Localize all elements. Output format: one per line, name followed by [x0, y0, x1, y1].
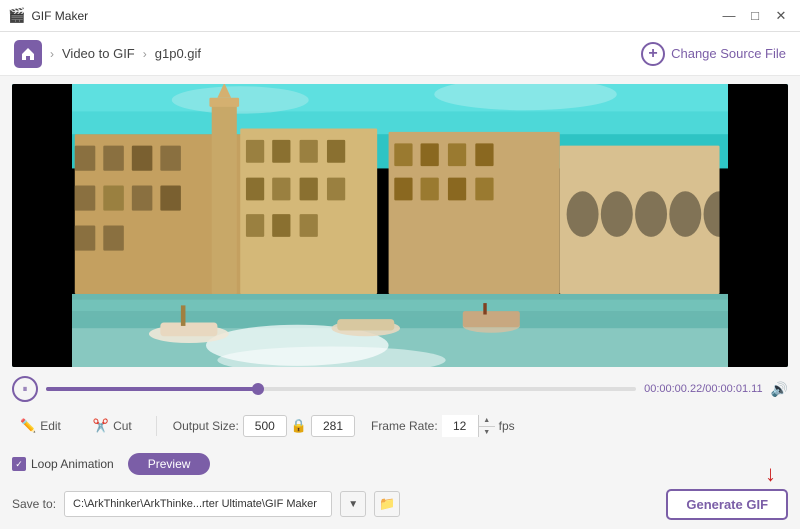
- spin-down-button[interactable]: ▼: [479, 426, 495, 437]
- breadcrumb-separator: ›: [50, 47, 54, 61]
- maximize-button[interactable]: □: [744, 7, 766, 25]
- output-width-input[interactable]: [243, 415, 287, 437]
- cut-icon: ✂️: [93, 418, 109, 434]
- arrow-indicator: ↓: [765, 463, 776, 485]
- edit-label: Edit: [40, 419, 61, 433]
- save-to-label: Save to:: [12, 497, 56, 511]
- total-time: 00:00:01.11: [705, 383, 762, 395]
- lock-icon[interactable]: 🔒: [291, 418, 307, 434]
- letterbox-left: [12, 84, 72, 367]
- change-source-label: Change Source File: [671, 46, 786, 61]
- frame-rate-label: Frame Rate:: [371, 419, 438, 433]
- breadcrumb-child: g1p0.gif: [155, 46, 201, 61]
- frame-rate-input[interactable]: [442, 415, 478, 437]
- main-content: ⏸ 00:00:00.22/00:00:01.11 🔊 ✏️ Edit ✂️ C…: [0, 76, 800, 529]
- breadcrumb-separator-2: ›: [143, 47, 147, 61]
- preview-button[interactable]: Preview: [128, 453, 211, 475]
- output-size-label: Output Size:: [173, 419, 239, 433]
- pause-button[interactable]: ⏸: [12, 376, 38, 402]
- time-display: 00:00:00.22/00:00:01.11: [644, 383, 762, 395]
- breadcrumb-parent: Video to GIF: [62, 46, 135, 61]
- folder-icon: 📁: [379, 496, 395, 512]
- video-frame: [12, 84, 788, 367]
- home-icon: [20, 46, 36, 62]
- minimize-button[interactable]: —: [718, 7, 740, 25]
- breadcrumb: › Video to GIF › g1p0.gif: [14, 40, 201, 68]
- frame-rate-group: Frame Rate: ▲ ▼ fps: [371, 415, 515, 437]
- seek-thumb[interactable]: [252, 383, 264, 395]
- output-size-group: Output Size: 🔒: [173, 415, 355, 437]
- save-path-display: C:\ArkThinker\ArkThinke...rter Ultimate\…: [64, 491, 332, 517]
- add-icon: +: [641, 42, 665, 66]
- edit-icon: ✏️: [20, 418, 36, 434]
- window-controls: — □ ✕: [718, 7, 792, 25]
- loop-animation-checkbox[interactable]: ✓ Loop Animation: [12, 457, 114, 471]
- checkbox-icon: ✓: [12, 457, 26, 471]
- change-source-button[interactable]: + Change Source File: [641, 42, 786, 66]
- app-icon: 🎬: [8, 7, 25, 24]
- nav-bar: › Video to GIF › g1p0.gif + Change Sourc…: [0, 32, 800, 76]
- loop-row: ✓ Loop Animation Preview: [12, 449, 788, 479]
- letterbox-right: [728, 84, 788, 367]
- loop-label: Loop Animation: [31, 457, 114, 471]
- toolbar-row: ✏️ Edit ✂️ Cut Output Size: 🔒 Frame Rate…: [12, 411, 788, 441]
- close-button[interactable]: ✕: [770, 7, 792, 25]
- browse-folder-button[interactable]: 📁: [374, 491, 400, 517]
- video-player: [12, 84, 788, 367]
- path-dropdown-button[interactable]: ▼: [340, 491, 366, 517]
- title-bar: 🎬 GIF Maker — □ ✕: [0, 0, 800, 32]
- generate-gif-button[interactable]: Generate GIF: [666, 489, 788, 520]
- current-time: 00:00:00.22: [644, 383, 702, 395]
- edit-button[interactable]: ✏️ Edit: [12, 415, 69, 437]
- seek-bar-row: ⏸ 00:00:00.22/00:00:01.11 🔊: [12, 375, 788, 403]
- seek-track[interactable]: [46, 387, 636, 391]
- save-path-text: C:\ArkThinker\ArkThinke...rter Ultimate\…: [73, 498, 317, 510]
- app-title: GIF Maker: [31, 9, 88, 23]
- toolbar-separator: [156, 416, 157, 436]
- home-button[interactable]: [14, 40, 42, 68]
- cut-label: Cut: [113, 419, 132, 433]
- frame-rate-input-row: ▲ ▼: [442, 415, 495, 437]
- spin-up-button[interactable]: ▲: [479, 415, 495, 426]
- generate-btn-wrap: ↓ Generate GIF: [666, 489, 788, 520]
- seek-fill: [46, 387, 258, 391]
- spinner-buttons: ▲ ▼: [478, 415, 495, 437]
- fps-label: fps: [499, 419, 515, 433]
- output-height-input[interactable]: [311, 415, 355, 437]
- volume-button[interactable]: 🔊: [771, 381, 788, 398]
- pause-icon: ⏸: [23, 384, 28, 395]
- cut-button[interactable]: ✂️ Cut: [85, 415, 140, 437]
- save-row: Save to: C:\ArkThinker\ArkThinke...rter …: [12, 487, 788, 521]
